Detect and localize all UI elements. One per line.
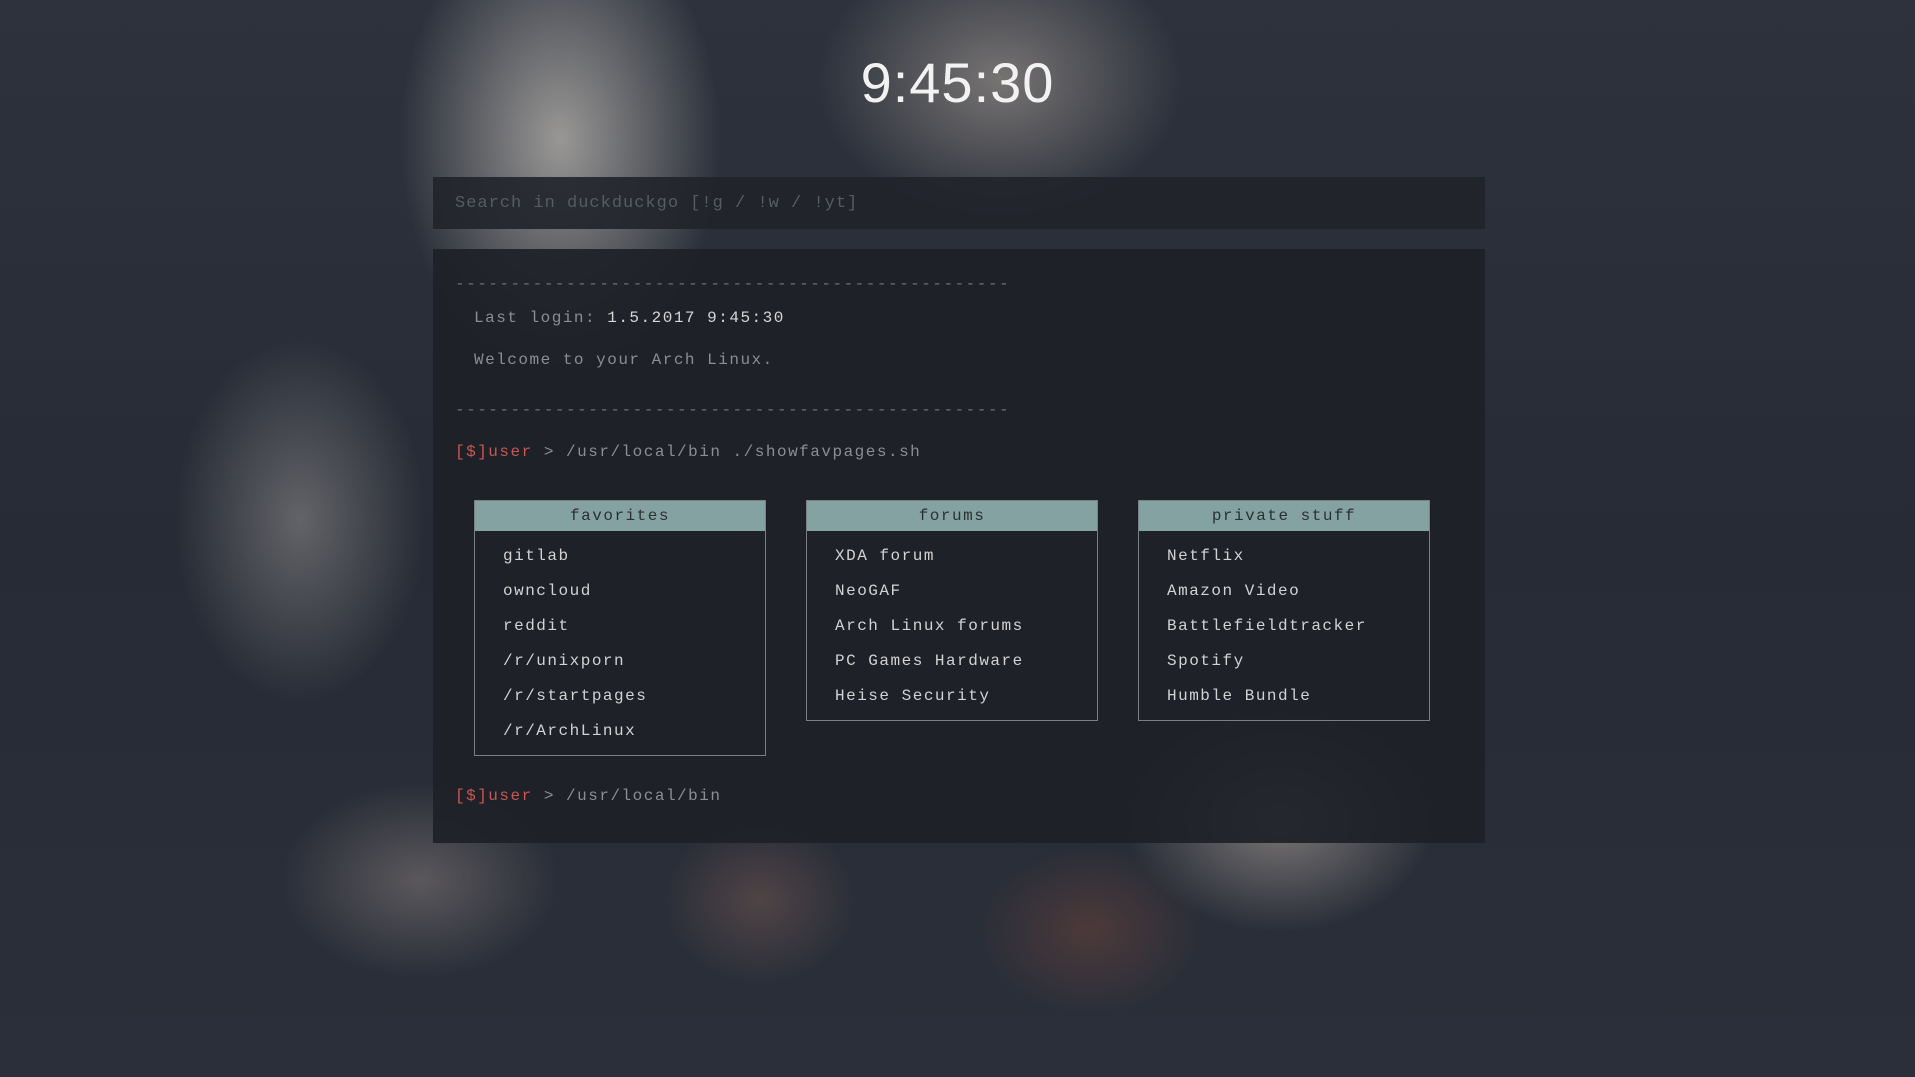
link-r-startpages[interactable]: /r/startpages — [503, 679, 765, 714]
link-r-unixporn[interactable]: /r/unixporn — [503, 644, 765, 679]
final-prompt-line: [$]user > /usr/local/bin — [455, 787, 721, 805]
panel-favorites: favorites gitlab owncloud reddit /r/unix… — [474, 500, 766, 756]
panel-private-stuff: private stuff Netflix Amazon Video Battl… — [1138, 500, 1430, 721]
link-r-archlinux[interactable]: /r/ArchLinux — [503, 714, 765, 749]
prompt-arrow: > — [532, 443, 567, 461]
link-gitlab[interactable]: gitlab — [503, 539, 765, 574]
link-list: Netflix Amazon Video Battlefieldtracker … — [1139, 531, 1429, 720]
last-login-label: Last login: — [474, 309, 608, 327]
link-amazon-video[interactable]: Amazon Video — [1167, 574, 1429, 609]
link-reddit[interactable]: reddit — [503, 609, 765, 644]
panel-forums: forums XDA forum NeoGAF Arch Linux forum… — [806, 500, 1098, 721]
link-heise-security[interactable]: Heise Security — [835, 679, 1097, 714]
link-spotify[interactable]: Spotify — [1167, 644, 1429, 679]
link-list: XDA forum NeoGAF Arch Linux forums PC Ga… — [807, 531, 1097, 720]
prompt-user: [$]user — [455, 443, 533, 461]
link-neogaf[interactable]: NeoGAF — [835, 574, 1097, 609]
prompt-arrow: > — [532, 787, 567, 805]
link-humble-bundle[interactable]: Humble Bundle — [1167, 679, 1429, 714]
link-xda-forum[interactable]: XDA forum — [835, 539, 1097, 574]
panel-title: favorites — [475, 501, 765, 531]
terminal-window: ----------------------------------------… — [433, 249, 1485, 843]
divider-bottom: ----------------------------------------… — [455, 401, 1011, 419]
divider-top: ----------------------------------------… — [455, 275, 1011, 293]
panel-title: private stuff — [1139, 501, 1429, 531]
link-owncloud[interactable]: owncloud — [503, 574, 765, 609]
clock: 9:45:30 — [860, 51, 1055, 114]
current-path: /usr/local/bin — [566, 787, 722, 805]
link-netflix[interactable]: Netflix — [1167, 539, 1429, 574]
last-login-line: Last login: 1.5.2017 9:45:30 — [474, 309, 785, 327]
panel-title: forums — [807, 501, 1097, 531]
link-arch-linux-forums[interactable]: Arch Linux forums — [835, 609, 1097, 644]
prompt-user: [$]user — [455, 787, 533, 805]
last-login-value: 1.5.2017 9:45:30 — [607, 309, 785, 327]
link-list: gitlab owncloud reddit /r/unixporn /r/st… — [475, 531, 765, 755]
search-input[interactable] — [433, 177, 1485, 229]
welcome-message: Welcome to your Arch Linux. — [474, 351, 774, 369]
link-pc-games-hardware[interactable]: PC Games Hardware — [835, 644, 1097, 679]
link-battlefieldtracker[interactable]: Battlefieldtracker — [1167, 609, 1429, 644]
command-line: [$]user > /usr/local/bin ./showfavpages.… — [455, 443, 921, 461]
command-text: /usr/local/bin ./showfavpages.sh — [566, 443, 922, 461]
